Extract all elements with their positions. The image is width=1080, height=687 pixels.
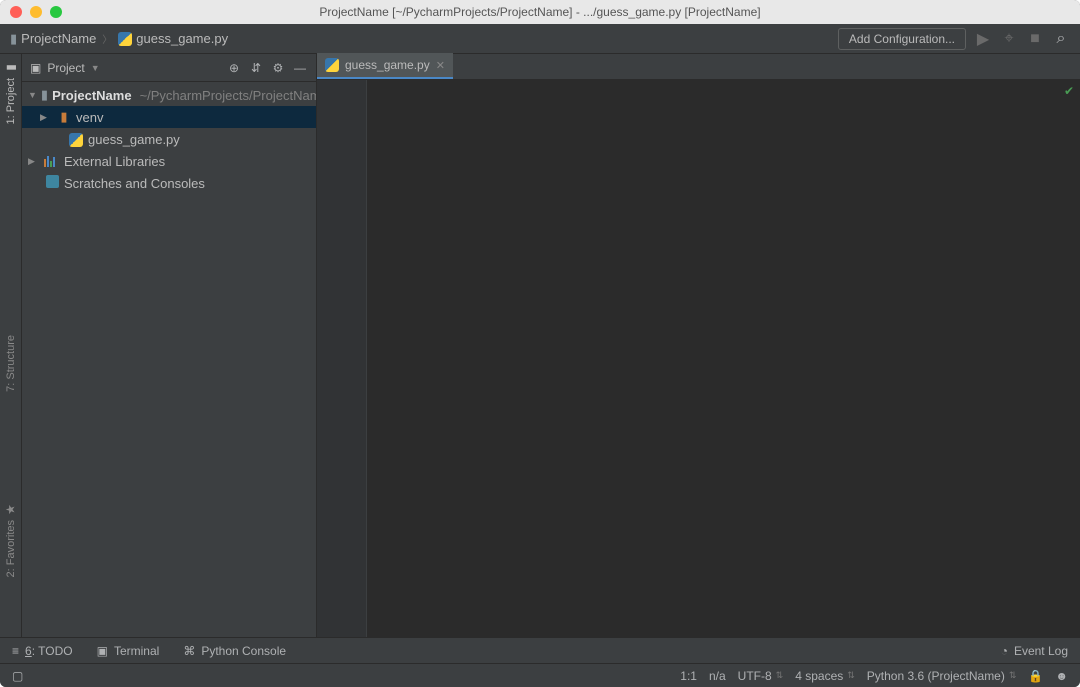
- status-encoding[interactable]: UTF-8 ⇅: [738, 669, 784, 683]
- tree-root-label: ProjectName: [52, 88, 131, 103]
- status-caret-position-label: 1:1: [680, 669, 697, 683]
- close-window-button[interactable]: [10, 6, 22, 18]
- titlebar: ProjectName [~/PycharmProjects/ProjectNa…: [0, 0, 1080, 24]
- event-log-icon: ◔: [1001, 644, 1008, 658]
- folder-icon: ▮: [10, 31, 17, 47]
- breadcrumb-project[interactable]: ▮ ProjectName: [10, 31, 96, 47]
- status-line-separator-label: n/a: [709, 669, 726, 683]
- debug-icon[interactable]: ⌖: [1000, 30, 1018, 48]
- expand-arrow-icon[interactable]: ▼: [28, 90, 37, 100]
- close-icon[interactable]: ✕: [436, 59, 445, 72]
- list-icon: ≡: [12, 644, 19, 658]
- breadcrumb: ▮ ProjectName 〉 guess_game.py: [10, 31, 228, 47]
- scratch-icon: [44, 175, 60, 191]
- breadcrumb-project-label: ProjectName: [21, 31, 96, 46]
- editor-area: guess_game.py ✕ ✔: [317, 54, 1080, 637]
- tab-event-log[interactable]: ◔ Event Log: [1001, 644, 1068, 658]
- sidebar-title[interactable]: Project: [47, 61, 84, 75]
- minimize-window-button[interactable]: [30, 6, 42, 18]
- tab-python-console[interactable]: ⌘ Python Console: [183, 644, 286, 658]
- tab-terminal-label: Terminal: [114, 644, 159, 658]
- python-file-icon: [68, 131, 84, 147]
- tab-todo[interactable]: ≡ 6: TODO: [12, 644, 73, 658]
- tree-venv[interactable]: ▶ ▮ venv: [22, 106, 316, 128]
- status-line-separator[interactable]: n/a: [709, 669, 726, 683]
- updown-icon: ⇅: [847, 670, 855, 681]
- tab-python-console-label: Python Console: [201, 644, 286, 658]
- hide-icon[interactable]: —: [292, 61, 308, 75]
- folder-icon: ▮: [3, 64, 17, 71]
- editor-tab[interactable]: guess_game.py ✕: [317, 53, 453, 79]
- status-readonly-lock-icon[interactable]: 🔒: [1028, 669, 1043, 683]
- tab-structure-label: 7: Structure: [5, 335, 17, 392]
- run-icon[interactable]: ▶: [974, 29, 992, 49]
- tree-venv-label: venv: [76, 110, 103, 125]
- status-hector-icon[interactable]: ☻: [1055, 669, 1068, 683]
- tree-scratches-label: Scratches and Consoles: [64, 176, 205, 191]
- star-icon: ★: [3, 503, 17, 514]
- chevron-down-icon[interactable]: ▼: [91, 63, 100, 73]
- inspection-ok-icon[interactable]: ✔: [1064, 84, 1074, 98]
- window-title: ProjectName [~/PycharmProjects/ProjectNa…: [319, 5, 760, 19]
- status-interpreter-label: Python 3.6 (ProjectName): [867, 669, 1005, 683]
- python-file-icon: [325, 58, 339, 73]
- status-indent[interactable]: 4 spaces ⇅: [795, 669, 855, 683]
- bottom-tool-stripe: ≡ 6: TODO ▣ Terminal ⌘ Python Console ◔ …: [0, 637, 1080, 663]
- expand-arrow-icon[interactable]: ▶: [40, 112, 52, 123]
- sidebar-header: ▣ Project ▼ ⊕ ⇵ ⚙ —: [22, 54, 316, 82]
- tree-root-path: ~/PycharmProjects/ProjectName: [140, 88, 316, 103]
- tree-root[interactable]: ▼ ▮ ProjectName ~/PycharmProjects/Projec…: [22, 84, 316, 106]
- locate-icon[interactable]: ⊕: [226, 61, 242, 75]
- editor-tab-label: guess_game.py: [345, 58, 430, 72]
- tab-event-log-label: Event Log: [1014, 644, 1068, 658]
- tab-project-label: 1: Project: [5, 78, 17, 124]
- project-sidebar: ▣ Project ▼ ⊕ ⇵ ⚙ — ▼ ▮ ProjectName ~/Py…: [22, 54, 317, 637]
- updown-icon: ⇅: [776, 670, 784, 681]
- tab-favorites-label: 2: Favorites: [5, 520, 17, 577]
- gear-icon[interactable]: ⚙: [270, 61, 286, 75]
- tab-terminal[interactable]: ▣ Terminal: [97, 644, 160, 658]
- tab-structure[interactable]: 7: Structure: [5, 335, 17, 392]
- tab-project[interactable]: 1: Project ▮: [5, 60, 17, 124]
- navigation-bar: ▮ ProjectName 〉 guess_game.py Add Config…: [0, 24, 1080, 54]
- updown-icon: ⇅: [1009, 670, 1017, 681]
- breadcrumb-file-label: guess_game.py: [136, 31, 228, 46]
- tree-scratches[interactable]: Scratches and Consoles: [22, 172, 316, 194]
- project-view-icon: ▣: [30, 61, 41, 75]
- project-tree: ▼ ▮ ProjectName ~/PycharmProjects/Projec…: [22, 82, 316, 196]
- maximize-window-button[interactable]: [50, 6, 62, 18]
- add-configuration-button[interactable]: Add Configuration...: [838, 28, 966, 50]
- folder-icon: ▮: [56, 109, 72, 125]
- tab-todo-mnemonic: 6: [25, 644, 32, 658]
- status-caret-position[interactable]: 1:1: [680, 669, 697, 683]
- left-tool-stripe: 1: Project ▮ 7: Structure 2: Favorites ★: [0, 54, 22, 637]
- expand-all-icon[interactable]: ⇵: [248, 61, 264, 75]
- tab-todo-label: : TODO: [32, 644, 73, 658]
- terminal-icon: ▣: [97, 644, 108, 658]
- status-message-icon[interactable]: ▢: [12, 669, 23, 683]
- library-icon: [44, 155, 60, 167]
- expand-arrow-icon[interactable]: ▶: [28, 156, 40, 167]
- status-indent-label: 4 spaces: [795, 669, 843, 683]
- editor-tabs: guess_game.py ✕: [317, 54, 1080, 80]
- folder-icon: ▮: [41, 87, 48, 103]
- status-bar: ▢ 1:1 n/a UTF-8 ⇅ 4 spaces ⇅ Python 3.6 (P…: [0, 663, 1080, 687]
- search-icon[interactable]: ⌕: [1052, 30, 1070, 48]
- tree-external-label: External Libraries: [64, 154, 165, 169]
- python-icon: ⌘: [183, 644, 195, 658]
- stop-icon[interactable]: ■: [1026, 30, 1044, 48]
- tree-external-libraries[interactable]: ▶ External Libraries: [22, 150, 316, 172]
- python-file-icon: [118, 31, 132, 47]
- chevron-right-icon: 〉: [102, 31, 112, 46]
- status-encoding-label: UTF-8: [738, 669, 772, 683]
- tab-favorites[interactable]: 2: Favorites ★: [5, 502, 17, 577]
- editor-gutter: [317, 80, 367, 637]
- editor[interactable]: ✔: [317, 80, 1080, 637]
- breadcrumb-file[interactable]: guess_game.py: [118, 31, 228, 47]
- status-interpreter[interactable]: Python 3.6 (ProjectName) ⇅: [867, 669, 1017, 683]
- tree-file-label: guess_game.py: [88, 132, 180, 147]
- tree-file[interactable]: guess_game.py: [22, 128, 316, 150]
